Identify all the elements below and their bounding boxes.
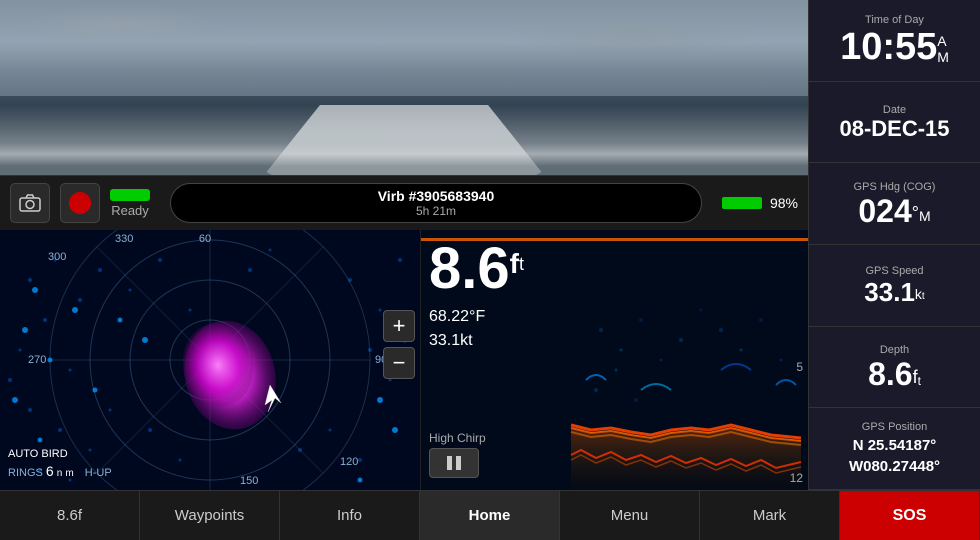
sonar-mode-label: High Chirp bbox=[429, 431, 486, 445]
gps-speed-item: GPS Speed 33.1 k t bbox=[809, 245, 980, 327]
right-sidebar: Time of Day 10:55 AM Date 08-DEC-15 GPS … bbox=[808, 0, 980, 490]
gps-pos-lat: N 25.54187° bbox=[853, 435, 937, 456]
battery-percentage: 98% bbox=[770, 195, 798, 211]
depth-item: Depth 8.6 f t bbox=[809, 327, 980, 409]
gps-hdg-subunit: M bbox=[919, 208, 931, 224]
gps-hdg-value: 024 bbox=[858, 195, 911, 227]
heading-mode: H-UP bbox=[85, 467, 112, 479]
main-container: Ready Virb #3905683940 5h 21m 98% Time o… bbox=[0, 0, 980, 540]
sonar-speed-row: 33.1kt bbox=[429, 329, 485, 353]
rings-unit: n bbox=[57, 468, 63, 479]
sonar-temp-value: 68.22 bbox=[429, 308, 469, 325]
ready-label: Ready bbox=[111, 203, 149, 218]
nav-mark-button[interactable]: Mark bbox=[700, 491, 840, 540]
radar-zoom-in-button[interactable]: + bbox=[383, 310, 415, 342]
svg-text:60: 60 bbox=[199, 233, 211, 245]
gps-speed-value: 33.1 bbox=[864, 279, 915, 305]
sonar-speed-unit: k bbox=[460, 332, 468, 349]
radar-zoom-out-button[interactable]: − bbox=[383, 347, 415, 379]
sonar-temp-subunit: F bbox=[475, 308, 485, 325]
gps-hdg-label: GPS Hdg (COG) bbox=[854, 181, 936, 193]
sonar-bottom-return bbox=[571, 425, 801, 490]
record-indicator bbox=[69, 192, 91, 214]
svg-text:120: 120 bbox=[340, 456, 358, 468]
svg-text:150: 150 bbox=[240, 475, 258, 487]
sonar-depth-display: 8.6ft bbox=[429, 240, 524, 298]
rings-subunit: m bbox=[65, 468, 73, 479]
device-info-panel: Virb #3905683940 5h 21m bbox=[170, 183, 702, 223]
time-of-day-item: Time of Day 10:55 AM bbox=[809, 0, 980, 82]
sonar-depth-subunit: t bbox=[519, 254, 524, 275]
radar-panel: 60 90 120 150 270 300 330 bbox=[0, 230, 420, 490]
gps-hdg-unit: ° bbox=[912, 203, 919, 224]
camera-snapshot-button[interactable] bbox=[10, 183, 50, 223]
svg-text:300: 300 bbox=[48, 251, 66, 263]
depth-subunit: t bbox=[918, 374, 921, 388]
time-label: Time of Day bbox=[865, 14, 924, 26]
battery-bar bbox=[722, 197, 762, 209]
time-value: 10:55 bbox=[840, 28, 937, 66]
date-item: Date 08-DEC-15 bbox=[809, 82, 980, 164]
gps-position-item: GPS Position N 25.54187° W080.27448° bbox=[809, 408, 980, 490]
camera-view bbox=[0, 0, 808, 175]
status-indicator: Ready bbox=[110, 189, 150, 218]
control-bar: Ready Virb #3905683940 5h 21m 98% bbox=[0, 175, 808, 230]
battery-section: 98% bbox=[722, 195, 798, 211]
camera-overlay bbox=[0, 0, 808, 175]
depth-value: 8.6 bbox=[868, 358, 912, 390]
green-status-bar bbox=[110, 189, 150, 201]
depth-value-row: 8.6 f t bbox=[868, 358, 921, 390]
camera-controls: Ready Virb #3905683940 5h 21m 98% bbox=[0, 0, 808, 230]
rings-range: 6 bbox=[46, 463, 54, 479]
gps-hdg-item: GPS Hdg (COG) 024 ° M bbox=[809, 163, 980, 245]
date-value: 08-DEC-15 bbox=[839, 118, 949, 140]
nav-waypoints-button[interactable]: Waypoints bbox=[140, 491, 280, 540]
sonar-pause-button[interactable] bbox=[429, 448, 479, 478]
svg-text:330: 330 bbox=[115, 233, 133, 245]
sonar-depth-value: 8.6 bbox=[429, 236, 510, 301]
sonar-panel: 8.6ft 68.22°F 33.1kt High Chirp bbox=[420, 230, 808, 490]
nav-info-button[interactable]: Info bbox=[280, 491, 420, 540]
nav-bar: 8.6f Waypoints Info Home Menu Mark SOS bbox=[0, 490, 980, 540]
gps-hdg-value-row: 024 ° M bbox=[858, 195, 930, 227]
nav-menu-button[interactable]: Menu bbox=[560, 491, 700, 540]
sonar-speed-value: 33.1 bbox=[429, 332, 460, 349]
depth-label: Depth bbox=[880, 344, 909, 356]
device-name: Virb #3905683940 bbox=[378, 188, 495, 204]
nav-home-button[interactable]: Home bbox=[420, 491, 560, 540]
sonar-depth-unit: f bbox=[510, 248, 519, 280]
gps-pos-lon: W080.27448° bbox=[849, 456, 940, 477]
nav-sos-button[interactable]: SOS bbox=[840, 491, 980, 540]
sonar-scale-mid: 5 bbox=[796, 360, 803, 374]
radar-info: AUTO BIRD RINGS 6 n m H-UP bbox=[8, 447, 112, 482]
gps-pos-label: GPS Position bbox=[862, 421, 927, 433]
pause-icon bbox=[444, 454, 464, 472]
nav-depth-reading: 8.6f bbox=[0, 491, 140, 540]
record-button[interactable] bbox=[60, 183, 100, 223]
sonar-sub-values: 68.22°F 33.1kt bbox=[429, 305, 485, 353]
gps-speed-value-row: 33.1 k t bbox=[864, 279, 924, 305]
sonar-temp-row: 68.22°F bbox=[429, 305, 485, 329]
device-duration: 5h 21m bbox=[416, 204, 456, 218]
date-label: Date bbox=[883, 104, 906, 116]
rings-label: RINGS bbox=[8, 467, 43, 479]
sonar-speed-subunit: t bbox=[468, 332, 472, 349]
svg-text:270: 270 bbox=[28, 354, 46, 366]
radar-zoom-controls: + − bbox=[383, 310, 415, 379]
top-section: Ready Virb #3905683940 5h 21m 98% Time o… bbox=[0, 0, 980, 230]
gps-speed-unit: k bbox=[915, 286, 922, 302]
time-value-row: 10:55 AM bbox=[840, 28, 949, 66]
gps-speed-subunit: t bbox=[922, 291, 925, 302]
gps-speed-label: GPS Speed bbox=[865, 265, 923, 277]
sonar-scale-bottom: 12 bbox=[790, 471, 803, 485]
time-ampm: AM bbox=[937, 33, 949, 65]
auto-bird-label: AUTO BIRD bbox=[8, 448, 68, 460]
camera-icon bbox=[19, 194, 41, 212]
